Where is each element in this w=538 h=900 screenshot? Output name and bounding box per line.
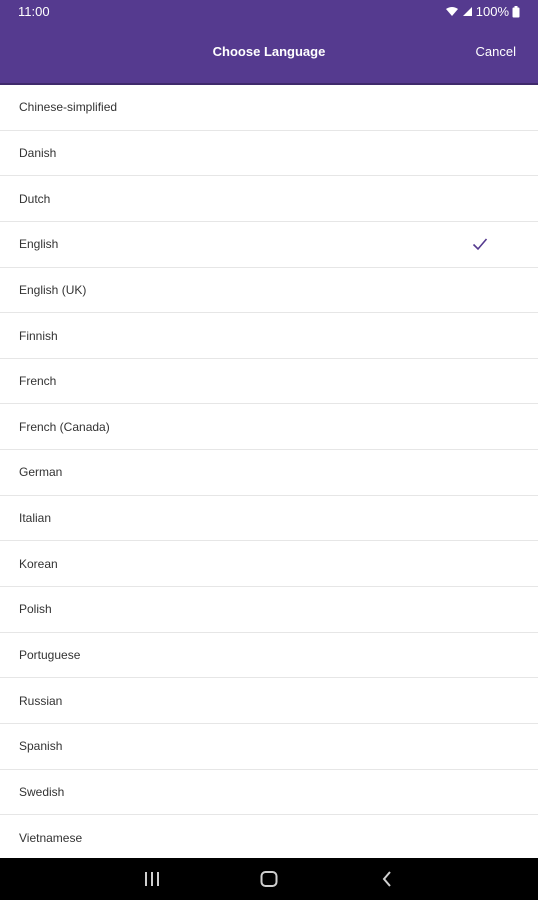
language-label: Vietnamese	[19, 830, 83, 845]
language-item[interactable]: English (UK)	[0, 268, 538, 314]
home-icon[interactable]	[258, 869, 280, 889]
language-label: Finnish	[19, 328, 58, 343]
language-label: Chinese-simplified	[19, 100, 118, 115]
language-item[interactable]: English	[0, 222, 538, 268]
language-item[interactable]: Polish	[0, 587, 538, 633]
back-icon[interactable]	[376, 869, 398, 889]
language-item[interactable]: Dutch	[0, 176, 538, 222]
language-item[interactable]: Portuguese	[0, 633, 538, 679]
status-bar: 11:00 100%	[0, 0, 538, 24]
language-label: French	[19, 374, 57, 389]
battery-icon	[512, 5, 520, 17]
language-label: German	[19, 465, 63, 480]
language-label: French (Canada)	[19, 419, 110, 434]
language-label: English (UK)	[19, 282, 87, 297]
signal-icon	[462, 7, 472, 16]
language-item[interactable]: Spanish	[0, 724, 538, 770]
recent-apps-icon[interactable]	[141, 869, 163, 889]
cancel-button[interactable]: Cancel	[476, 44, 516, 59]
language-label: Russian	[19, 693, 63, 708]
language-label: Korean	[19, 556, 58, 571]
language-item[interactable]: Russian	[0, 678, 538, 724]
language-label: Spanish	[19, 739, 63, 754]
language-item[interactable]: French	[0, 359, 538, 405]
page-title: Choose Language	[212, 44, 326, 59]
language-label: Swedish	[19, 784, 65, 799]
language-item[interactable]: Danish	[0, 131, 538, 177]
language-item[interactable]: German	[0, 450, 538, 496]
language-label: Dutch	[19, 191, 51, 206]
language-label: Polish	[19, 602, 52, 617]
wifi-icon	[445, 7, 458, 16]
language-item[interactable]: Vietnamese	[0, 815, 538, 858]
navigation-bar	[0, 858, 538, 900]
checkmark-icon	[472, 238, 488, 251]
battery-percentage: 100%	[475, 4, 509, 19]
language-item[interactable]: Finnish	[0, 313, 538, 359]
language-item[interactable]: Italian	[0, 496, 538, 542]
app-bar: Choose Language Cancel	[0, 24, 538, 85]
language-item[interactable]: Korean	[0, 541, 538, 588]
language-item[interactable]: Swedish	[0, 770, 538, 816]
language-label: Italian	[19, 511, 52, 526]
language-label: English	[19, 237, 59, 252]
language-item[interactable]: French (Canada)	[0, 404, 538, 451]
status-time: 11:00	[18, 4, 50, 19]
language-label: Portuguese	[19, 648, 81, 662]
language-item[interactable]: Chinese-simplified	[0, 85, 538, 131]
language-list: Chinese-simplified Danish Dutch English Engl…	[0, 85, 538, 858]
status-indicators: 100%	[445, 4, 520, 19]
language-label: Danish	[19, 145, 57, 160]
